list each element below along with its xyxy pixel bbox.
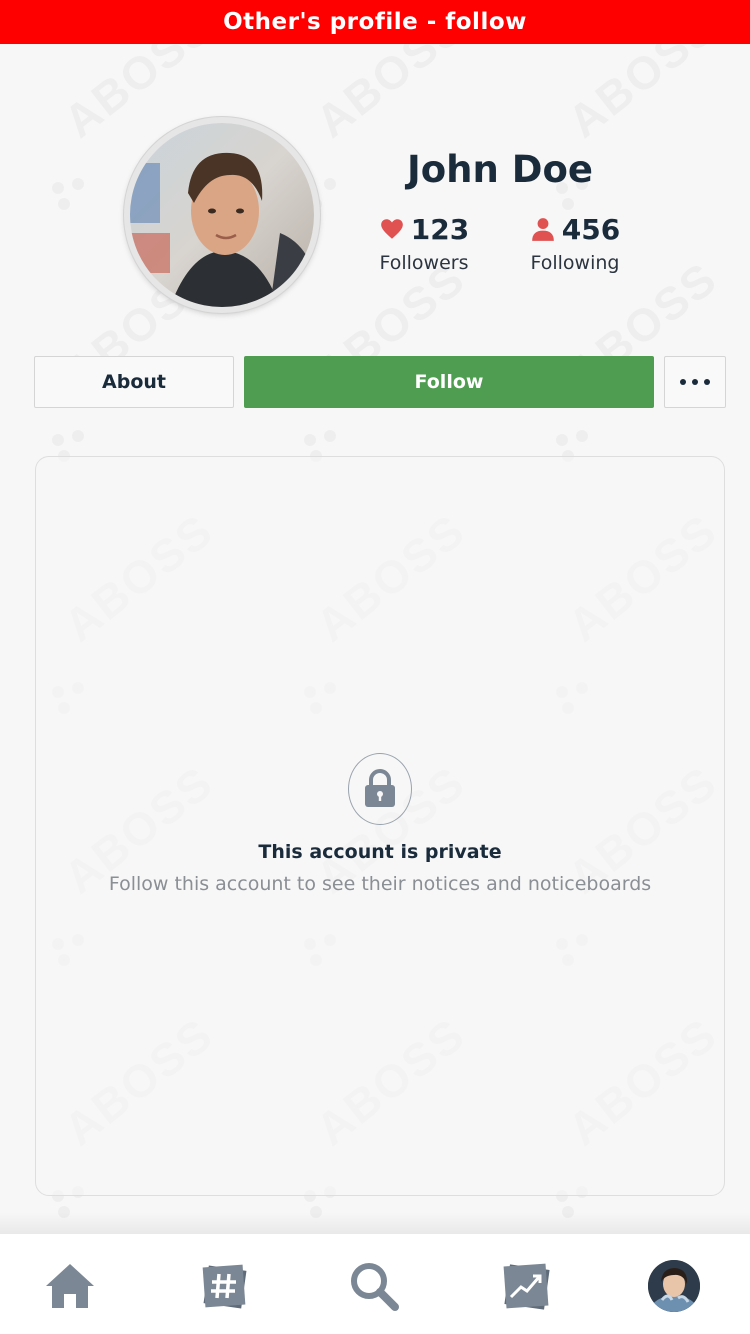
- avatar: [648, 1260, 700, 1312]
- tab-trending[interactable]: [496, 1256, 556, 1316]
- person-icon: [531, 218, 554, 241]
- profile-name: John Doe: [407, 148, 593, 191]
- tab-home[interactable]: [40, 1256, 100, 1316]
- lock-badge: [348, 753, 412, 825]
- tab-profile[interactable]: [648, 1260, 700, 1312]
- private-content-card: This account is private Follow this acco…: [35, 456, 725, 1196]
- home-icon: [46, 1264, 94, 1308]
- following-stat[interactable]: 456 Following: [518, 208, 632, 275]
- lock-icon: [365, 769, 395, 807]
- profile-screen: ABOSSABOSSABOSSABOSSABOSSABOSSABOSSABOSS…: [0, 0, 750, 1334]
- follow-button[interactable]: Follow: [244, 356, 654, 408]
- more-options-button[interactable]: [664, 356, 726, 408]
- about-button[interactable]: About: [34, 356, 234, 408]
- private-subtitle: Follow this account to see their notices…: [108, 873, 652, 895]
- hashtag-icon: [202, 1264, 247, 1309]
- about-button-label: About: [102, 371, 166, 393]
- tab-hashtag[interactable]: [194, 1256, 254, 1316]
- page-header: Other's profile - follow: [0, 0, 750, 44]
- followers-count: 123: [410, 212, 470, 246]
- bottom-tab-bar: [0, 1234, 750, 1334]
- private-title: This account is private: [258, 841, 502, 863]
- tabbar-shadow: [0, 1212, 750, 1234]
- trending-icon: [503, 1263, 550, 1310]
- following-count: 456: [561, 212, 621, 246]
- following-label: Following: [530, 252, 620, 274]
- page-title: Other's profile - follow: [223, 9, 527, 35]
- profile-photo: [130, 123, 314, 307]
- followers-stat[interactable]: 123 Followers: [368, 208, 480, 275]
- search-icon: [351, 1263, 399, 1311]
- follow-button-label: Follow: [414, 371, 484, 393]
- heart-icon: [380, 219, 403, 239]
- profile-avatar: [124, 117, 320, 313]
- followers-label: Followers: [379, 252, 469, 274]
- tab-search[interactable]: [344, 1256, 404, 1316]
- more-dots-icon: [680, 379, 710, 385]
